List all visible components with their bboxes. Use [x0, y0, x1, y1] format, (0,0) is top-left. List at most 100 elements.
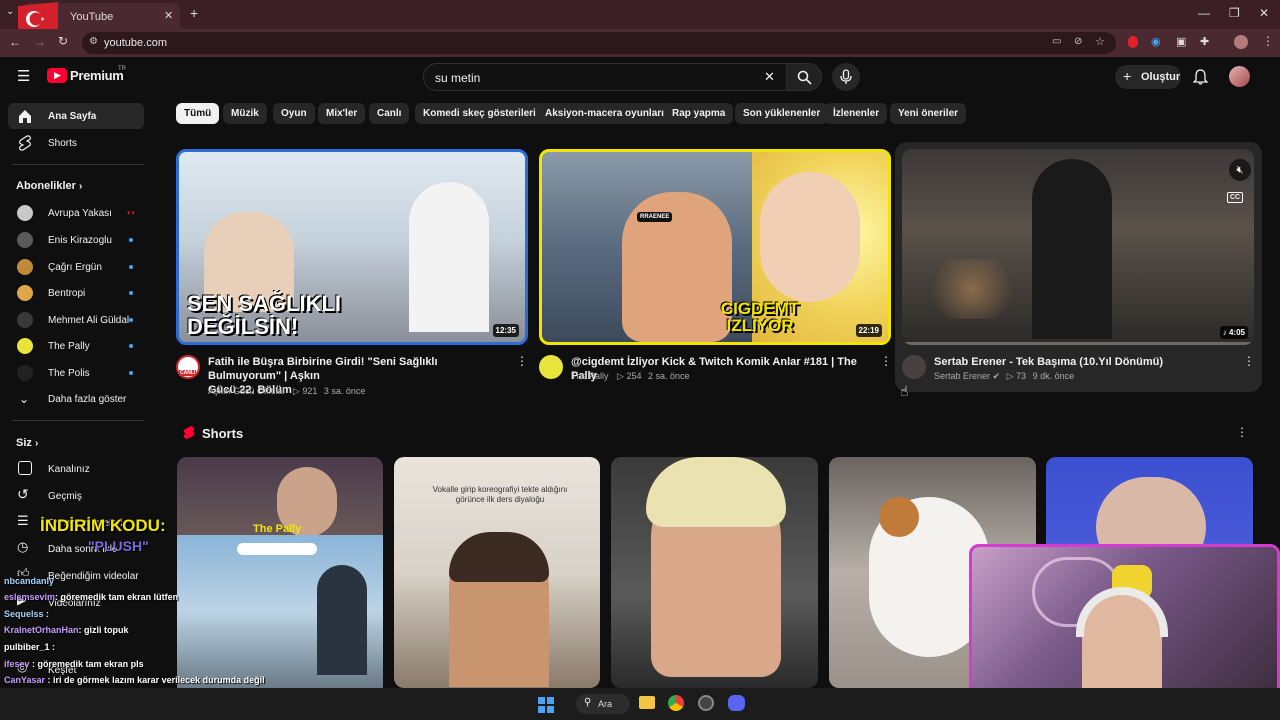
taskbar-search[interactable]: ⚲ Ara — [576, 694, 630, 714]
video-thumbnail[interactable]: RRAENEE CIGDEMT IZLIYOR 22:19 — [539, 149, 891, 345]
sidebar-item-subscription[interactable]: The Pally — [8, 333, 144, 359]
short-card[interactable]: Vokalle girip koreografiyi tekte aldığın… — [394, 457, 600, 688]
forward-icon[interactable]: → — [34, 35, 46, 49]
sidebar-item-subscription[interactable]: Bentropi — [8, 280, 144, 306]
notifications-bell-icon[interactable] — [1193, 69, 1208, 85]
youtube-logo-icon[interactable]: ▶ — [47, 68, 67, 83]
chip-gaming[interactable]: Oyun — [273, 103, 315, 124]
mute-icon[interactable]: 🔇︎ — [1229, 159, 1251, 181]
browser-menu-icon[interactable]: ⋮ — [1262, 34, 1274, 48]
preview-progress-bar[interactable] — [902, 342, 1254, 345]
thumbnail-caption: SEN SAĞLIKLI DEĞİLSİN! — [187, 291, 342, 339]
minimize-icon[interactable]: — — [1198, 6, 1210, 20]
cast-icon[interactable]: ▭ — [1052, 36, 1061, 47]
sidebar-item-subscription[interactable]: The Polis — [8, 360, 144, 386]
thumbnail-person — [760, 172, 860, 302]
channel-avatar — [17, 205, 33, 221]
tab-search-icon[interactable]: ⌄ — [6, 6, 14, 17]
chip-music[interactable]: Müzik — [223, 103, 267, 124]
chip-comedy[interactable]: Komedi skeç gösterileri — [415, 103, 544, 124]
thumbnail-cat-patch — [879, 497, 919, 537]
search-button[interactable] — [786, 63, 822, 91]
discord-icon[interactable] — [728, 695, 745, 711]
subscriptions-heading[interactable]: Abonelikler › — [16, 180, 82, 192]
extension-audio-icon[interactable]: ◉ — [1151, 35, 1161, 48]
video-thumbnail[interactable]: SEN SAĞLIKLI DEĞİLSİN! 12:35 — [176, 149, 528, 345]
video-duration: 12:35 — [492, 324, 519, 337]
sidebar-item-label: Kanalınız — [48, 464, 90, 475]
extension-red-icon[interactable] — [1128, 36, 1138, 48]
sidebar-item-subscription[interactable]: Avrupa Yakası ◖◗ — [8, 200, 144, 226]
app-icon[interactable] — [698, 695, 714, 711]
search-input[interactable]: su metin ✕ — [423, 63, 787, 91]
extensions-puzzle-icon[interactable]: ✚ — [1200, 35, 1209, 48]
more-options-icon[interactable]: ⋮ — [880, 354, 892, 368]
close-window-icon[interactable]: ✕ — [1259, 6, 1269, 20]
back-icon[interactable]: ← — [9, 35, 21, 49]
sidebar-item-label: Avrupa Yakası — [48, 208, 112, 219]
chip-rap[interactable]: Rap yapma — [664, 103, 734, 124]
file-explorer-icon[interactable] — [639, 696, 655, 709]
mouse-cursor-icon: ☝ — [900, 383, 909, 399]
sidebar-item-shorts[interactable]: Shorts — [8, 130, 144, 156]
profile-avatar[interactable] — [1234, 35, 1248, 49]
close-tab-icon[interactable]: ✕ — [164, 9, 173, 22]
reload-icon[interactable]: ↻ — [58, 34, 68, 48]
chip-live[interactable]: Canlı — [369, 103, 410, 124]
sidebar-item-history[interactable]: ↺ Geçmiş — [8, 483, 144, 509]
clear-search-icon[interactable]: ✕ — [764, 69, 775, 85]
channel-avatar — [17, 259, 33, 275]
extension-icon[interactable]: ▣ — [1176, 35, 1186, 48]
video-title[interactable]: Sertab Erener - Tek Başıma (10.Yıl Dönüm… — [934, 355, 1234, 369]
sidebar-item-channel[interactable]: Kanalınız — [8, 456, 144, 482]
more-options-icon[interactable]: ⋮ — [516, 354, 528, 368]
chip-mixes[interactable]: Mix'ler — [318, 103, 366, 124]
upload-age: 9 dk. önce — [1032, 371, 1075, 381]
channel-name[interactable]: Sertab Erener — [934, 371, 990, 381]
create-button[interactable]: + Oluştur — [1115, 65, 1181, 89]
sidebar-divider — [12, 420, 144, 421]
channel-avatar[interactable]: CANLI — [176, 355, 200, 379]
sidebar-item-subscription[interactable]: Enis Kirazoglu — [8, 227, 144, 253]
bookmark-star-icon[interactable]: ☆ — [1095, 35, 1105, 48]
views-icon: ▷ — [1006, 371, 1014, 381]
sidebar-show-more[interactable]: ⌄ Daha fazla göster — [8, 386, 144, 412]
windows-taskbar: ⚲ Ara — [0, 688, 1280, 720]
channel-name[interactable]: The Pally — [571, 371, 609, 381]
voice-search-button[interactable] — [832, 63, 860, 91]
hamburger-menu-icon[interactable]: ☰ — [17, 67, 30, 85]
chip-recently-uploaded[interactable]: Son yüklenenler — [735, 103, 829, 124]
chat-message: eslemsevim: göremedik tam ekran lütfen — [4, 592, 179, 602]
restore-icon[interactable]: ❐ — [1229, 6, 1240, 20]
video-preview-player[interactable]: 🔇︎ CC ♪ 4:05 — [902, 149, 1254, 345]
shorts-more-options-icon[interactable]: ⋮ — [1236, 425, 1248, 439]
channel-avatar[interactable] — [539, 355, 563, 379]
promo-code-label: İNDİRİM KODU: — [40, 516, 166, 535]
account-avatar[interactable] — [1229, 66, 1250, 87]
new-tab-icon[interactable]: + — [190, 5, 198, 21]
you-heading[interactable]: Siz › — [16, 437, 38, 449]
more-options-icon[interactable]: ⋮ — [1243, 354, 1255, 368]
thumbnail-person — [317, 565, 367, 675]
chip-action-adventure[interactable]: Aksiyon-macera oyunları — [537, 103, 672, 124]
taskbar-search-label: Ara — [598, 699, 613, 709]
chip-all[interactable]: Tümü — [176, 103, 220, 124]
upload-age: 3 sa. önce — [323, 386, 366, 396]
channel-name[interactable]: Aşkın Gücü Official — [208, 386, 284, 396]
chip-new-to-you[interactable]: Yeni öneriler — [890, 103, 967, 124]
sidebar-item-subscription[interactable]: Mehmet Ali Güldal — [8, 307, 144, 333]
site-info-icon[interactable]: ⚙ — [89, 36, 98, 47]
chip-watched[interactable]: İzlenenler — [825, 103, 888, 124]
home-icon — [19, 110, 31, 123]
channel-avatar[interactable] — [902, 355, 926, 379]
address-bar[interactable]: ⚙ youtube.com ▭ ⊘ ☆ — [82, 32, 1116, 54]
sidebar-item-subscription[interactable]: Çağrı Ergün — [8, 254, 144, 280]
logo-text[interactable]: Premium — [70, 68, 124, 83]
sidebar-item-home[interactable]: Ana Sayfa — [8, 103, 144, 129]
eye-off-icon[interactable]: ⊘ — [1074, 36, 1082, 47]
windows-start-icon[interactable] — [538, 697, 554, 713]
chrome-icon[interactable] — [668, 695, 684, 711]
short-card[interactable] — [611, 457, 818, 688]
captions-icon[interactable]: CC — [1227, 192, 1244, 203]
thumbnail-person — [409, 182, 489, 332]
